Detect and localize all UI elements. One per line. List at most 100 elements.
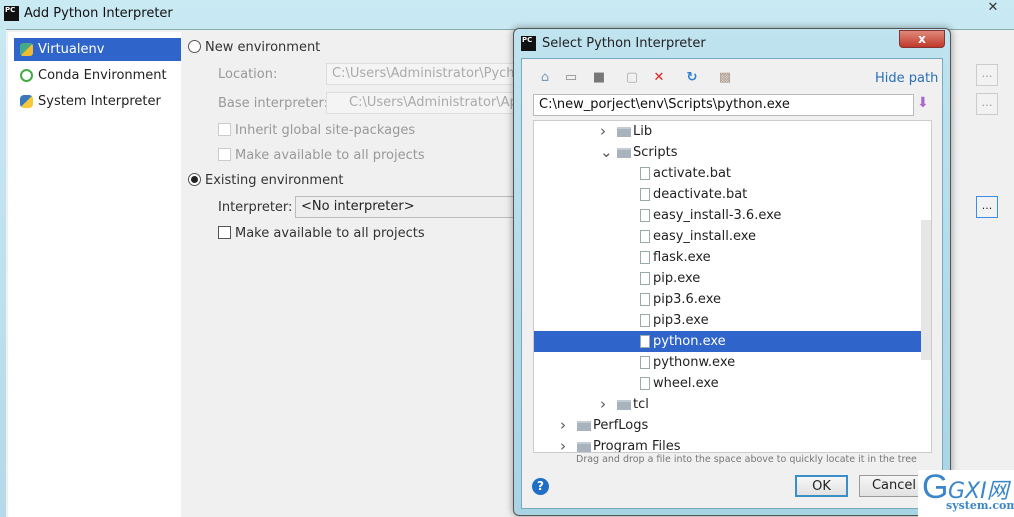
tree-row-label: easy_install-3.6.exe: [653, 208, 782, 223]
home-icon[interactable]: ⌂: [536, 69, 554, 87]
tree-row[interactable]: wheel.exe: [534, 373, 931, 394]
sidebar-item-conda[interactable]: Conda Environment: [14, 64, 181, 87]
existing-environment-radio[interactable]: Existing environment: [188, 173, 343, 188]
conda-icon: [20, 69, 33, 82]
new-folder-icon[interactable]: ▢: [623, 69, 641, 87]
interpreter-label: Interpreter:: [218, 200, 293, 215]
folder-icon: [577, 421, 591, 431]
checkbox-label: Make available to all projects: [235, 148, 425, 163]
help-icon[interactable]: ?: [532, 478, 549, 495]
tree-row-label: easy_install.exe: [653, 229, 757, 244]
virtualenv-icon: [20, 43, 33, 56]
tree-row-label: Lib: [633, 124, 653, 139]
interpreter-select[interactable]: <No interpreter>: [295, 196, 516, 218]
tree-row-label: activate.bat: [653, 166, 732, 181]
tree-row-label: wheel.exe: [653, 376, 719, 391]
location-field[interactable]: C:\Users\Administrator\Pycharm: [326, 63, 540, 85]
inherit-checkbox[interactable]: Inherit global site-packages: [218, 123, 415, 138]
tree-row[interactable]: ⌄ Scripts: [534, 142, 931, 163]
drag-drop-hint: Drag and drop a file into the space abov…: [576, 454, 917, 465]
tree-row[interactable]: › Lib: [534, 121, 931, 142]
base-interpreter-label: Base interpreter:: [218, 96, 328, 111]
file-tree[interactable]: › Lib ⌄ Scripts activate.bat deactivate.bat ea…: [533, 120, 932, 453]
file-icon: [640, 356, 650, 369]
file-icon: [640, 314, 650, 327]
chevron-right-icon[interactable]: ›: [600, 394, 606, 415]
tree-row-label: python.exe: [653, 334, 726, 349]
folder-icon: [617, 400, 631, 410]
folder-icon: [577, 442, 591, 452]
tree-scrollbar[interactable]: [921, 220, 931, 360]
tree-row[interactable]: python.exe: [534, 331, 931, 352]
checkbox-label: Inherit global site-packages: [235, 123, 416, 138]
tree-row-label: pip3.exe: [653, 313, 709, 328]
sidebar-item-system[interactable]: System Interpreter: [14, 90, 181, 113]
sidebar-item-label: Conda Environment: [38, 68, 167, 83]
checkbox-icon: [218, 148, 231, 161]
tree-row[interactable]: › Program Files: [534, 436, 931, 452]
chevron-down-icon[interactable]: ⌄: [600, 142, 613, 163]
python-icon: [20, 95, 33, 108]
folder-icon: [617, 127, 631, 137]
file-icon: [640, 272, 650, 285]
watermark-logo: G GXI网 system.com: [918, 468, 1014, 517]
tree-row[interactable]: deactivate.bat: [534, 184, 931, 205]
file-icon: [640, 335, 650, 348]
project-folder-icon[interactable]: ■: [590, 69, 608, 87]
file-icon: [640, 293, 650, 306]
hide-path-link[interactable]: Hide path: [875, 71, 938, 86]
location-browse-button[interactable]: …: [976, 64, 998, 86]
base-interpreter-select[interactable]: C:\Users\Administrator\App: [326, 92, 526, 114]
make-available-new-checkbox[interactable]: Make available to all projects: [218, 148, 425, 163]
chevron-right-icon[interactable]: ›: [560, 436, 566, 452]
radio-icon: [188, 40, 201, 53]
tree-row[interactable]: pip3.exe: [534, 310, 931, 331]
desktop-icon[interactable]: ▭: [562, 69, 580, 87]
close-button[interactable]: ✕: [978, 0, 1008, 18]
tree-row[interactable]: easy_install.exe: [534, 226, 931, 247]
pycharm-logo-icon: PC: [521, 36, 536, 51]
path-history-icon[interactable]: ⬇: [917, 95, 929, 111]
refresh-icon[interactable]: ↻: [683, 69, 701, 87]
show-hidden-icon[interactable]: ▩: [716, 69, 734, 87]
tree-row-label: pip3.6.exe: [653, 292, 721, 307]
radio-label: Existing environment: [205, 173, 344, 188]
tree-row[interactable]: activate.bat: [534, 163, 931, 184]
tree-row-label: flask.exe: [653, 250, 711, 265]
tree-row-label: pythonw.exe: [653, 355, 736, 370]
sidebar-item-virtualenv[interactable]: Virtualenv Environment: [14, 38, 181, 80]
tree-row-label: tcl: [633, 397, 649, 412]
ok-button[interactable]: OK: [795, 475, 848, 497]
tree-row[interactable]: pythonw.exe: [534, 352, 931, 373]
location-label: Location:: [218, 67, 278, 82]
radio-icon: [188, 173, 201, 186]
interpreter-browse-button[interactable]: ...: [976, 196, 998, 218]
tree-row-label: deactivate.bat: [653, 187, 748, 202]
sidebar-item-label: System Interpreter: [38, 94, 161, 109]
tree-row[interactable]: easy_install-3.6.exe: [534, 205, 931, 226]
checkbox-icon: [218, 123, 231, 136]
file-icon: [640, 377, 650, 390]
tree-row[interactable]: flask.exe: [534, 247, 931, 268]
dialog-close-button[interactable]: x: [899, 30, 945, 48]
radio-label: New environment: [205, 40, 321, 55]
tree-row[interactable]: › PerfLogs: [534, 415, 931, 436]
chevron-right-icon[interactable]: ›: [600, 121, 606, 142]
tree-row-label: Scripts: [633, 145, 678, 160]
chevron-right-icon[interactable]: ›: [560, 415, 566, 436]
delete-icon[interactable]: ✕: [650, 69, 668, 87]
tree-row[interactable]: pip3.6.exe: [534, 289, 931, 310]
dialog-title: Select Python Interpreter: [542, 36, 706, 51]
window-title: Add Python Interpreter: [24, 6, 173, 21]
checkbox-icon: [218, 226, 231, 239]
file-icon: [640, 230, 650, 243]
make-available-checkbox[interactable]: Make available to all projects: [218, 226, 425, 241]
file-icon: [640, 251, 650, 264]
base-browse-button[interactable]: …: [976, 93, 998, 115]
new-environment-radio[interactable]: New environment: [188, 40, 320, 55]
interpreter-type-list: Virtualenv Environment Conda Environment…: [8, 32, 181, 517]
pycharm-logo-icon: PC: [4, 6, 19, 21]
tree-row[interactable]: pip.exe: [534, 268, 931, 289]
path-input[interactable]: C:\new_porject\env\Scripts\python.exe: [533, 94, 914, 116]
tree-row[interactable]: › tcl: [534, 394, 931, 415]
